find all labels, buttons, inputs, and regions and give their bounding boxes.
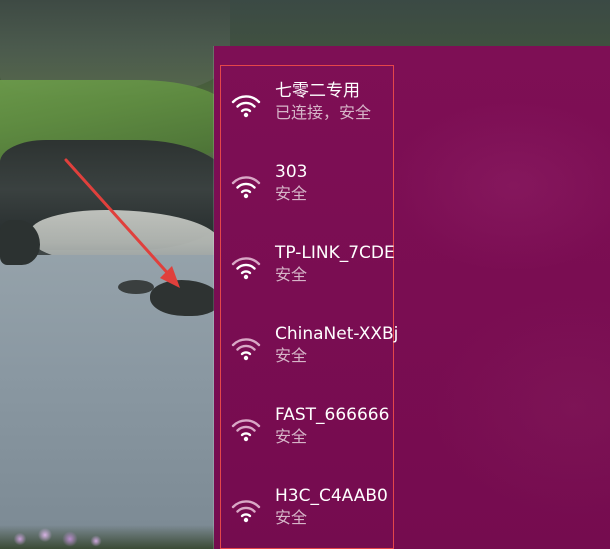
wifi-signal-icon — [231, 500, 261, 523]
network-status: 安全 — [275, 265, 308, 284]
network-status: 安全 — [275, 427, 308, 446]
annotation-arrow — [64, 158, 180, 288]
network-item[interactable]: ChinaNet-XXBj 安全 — [230, 323, 530, 383]
network-item[interactable]: 七零二专用 已连接，安全 — [230, 80, 530, 140]
network-name: TP-LINK_7CDE — [275, 243, 395, 263]
network-flyout-panel: 七零二专用 已连接，安全 303 安全 TP-LINK_7CDE 安全 Chin… — [214, 46, 610, 549]
network-status: 安全 — [275, 184, 308, 203]
network-status: 已连接，安全 — [275, 103, 372, 122]
wifi-signal-icon — [231, 338, 261, 361]
network-item[interactable]: H3C_C4AAB0 安全 — [230, 485, 530, 545]
network-status: 安全 — [275, 346, 308, 365]
network-name: FAST_666666 — [275, 405, 390, 425]
wallpaper-flowers — [0, 525, 220, 549]
network-item[interactable]: TP-LINK_7CDE 安全 — [230, 242, 530, 302]
network-name: ChinaNet-XXBj — [275, 324, 399, 344]
wifi-signal-icon — [231, 419, 261, 442]
wifi-signal-icon — [231, 257, 261, 280]
network-name: 七零二专用 — [275, 81, 360, 101]
wifi-signal-icon — [231, 176, 261, 199]
network-name: H3C_C4AAB0 — [275, 486, 388, 506]
network-status: 安全 — [275, 508, 308, 527]
wifi-signal-icon — [231, 95, 261, 118]
network-item[interactable]: FAST_666666 安全 — [230, 404, 530, 464]
network-item[interactable]: 303 安全 — [230, 161, 530, 221]
network-name: 303 — [275, 162, 308, 182]
